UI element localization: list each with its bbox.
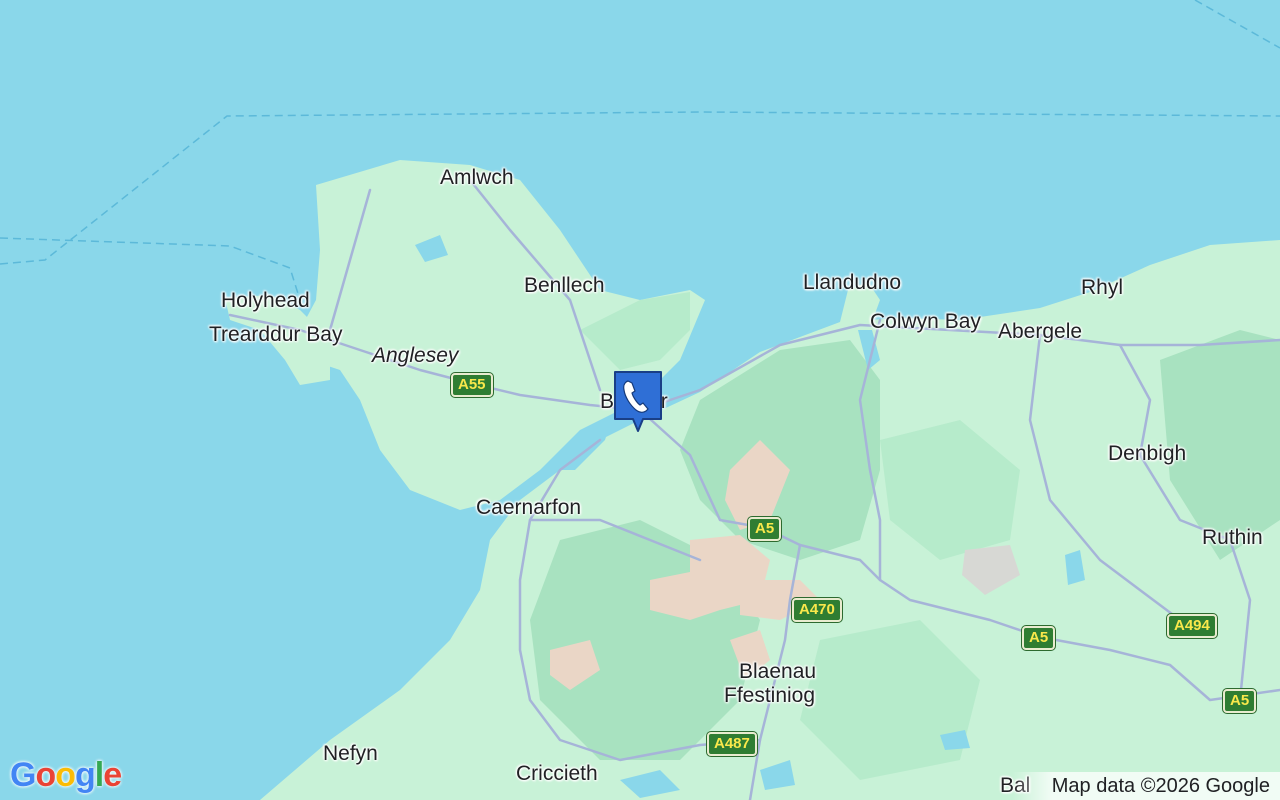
place-label-nefyn: Nefyn bbox=[323, 742, 378, 765]
phone-location-marker[interactable] bbox=[612, 369, 664, 433]
place-label-blaenau: Blaenau bbox=[739, 660, 817, 683]
road-shield-a5: A5 bbox=[748, 517, 782, 541]
road-shield-a487: A487 bbox=[707, 732, 757, 756]
place-label-criccieth: Criccieth bbox=[516, 762, 598, 785]
road-shield-a5: A5 bbox=[1223, 689, 1257, 713]
place-label-benllech: Benllech bbox=[524, 274, 605, 297]
place-label-llandudno: Llandudno bbox=[803, 271, 902, 294]
place-label-amlwch: Amlwch bbox=[440, 166, 514, 189]
place-label-rhyl: Rhyl bbox=[1081, 276, 1124, 299]
road-shield-a494: A494 bbox=[1167, 614, 1217, 638]
place-label-denbigh: Denbigh bbox=[1108, 442, 1187, 465]
place-label-holyhead: Holyhead bbox=[221, 289, 310, 312]
road-shield-a5: A5 bbox=[1022, 626, 1056, 650]
region-label-anglesey: Anglesey bbox=[372, 344, 459, 367]
map-canvas[interactable]: Amlwch Benllech Holyhead Trearddur Bay A… bbox=[0, 0, 1280, 800]
google-logo[interactable]: Google bbox=[10, 756, 122, 795]
place-label-abergele: Abergele bbox=[998, 320, 1083, 343]
map-attribution[interactable]: Map data ©2026 Google bbox=[1011, 772, 1280, 800]
place-label-colwyn-bay: Colwyn Bay bbox=[870, 310, 981, 333]
road-shield-a470: A470 bbox=[792, 598, 842, 622]
place-label-caernarfon: Caernarfon bbox=[476, 496, 582, 519]
place-label-ffestiniog: Ffestiniog bbox=[724, 684, 816, 707]
place-label-trearddur-bay: Trearddur Bay bbox=[209, 323, 343, 346]
road-shield-a55: A55 bbox=[451, 373, 493, 397]
place-label-ruthin: Ruthin bbox=[1202, 526, 1263, 549]
